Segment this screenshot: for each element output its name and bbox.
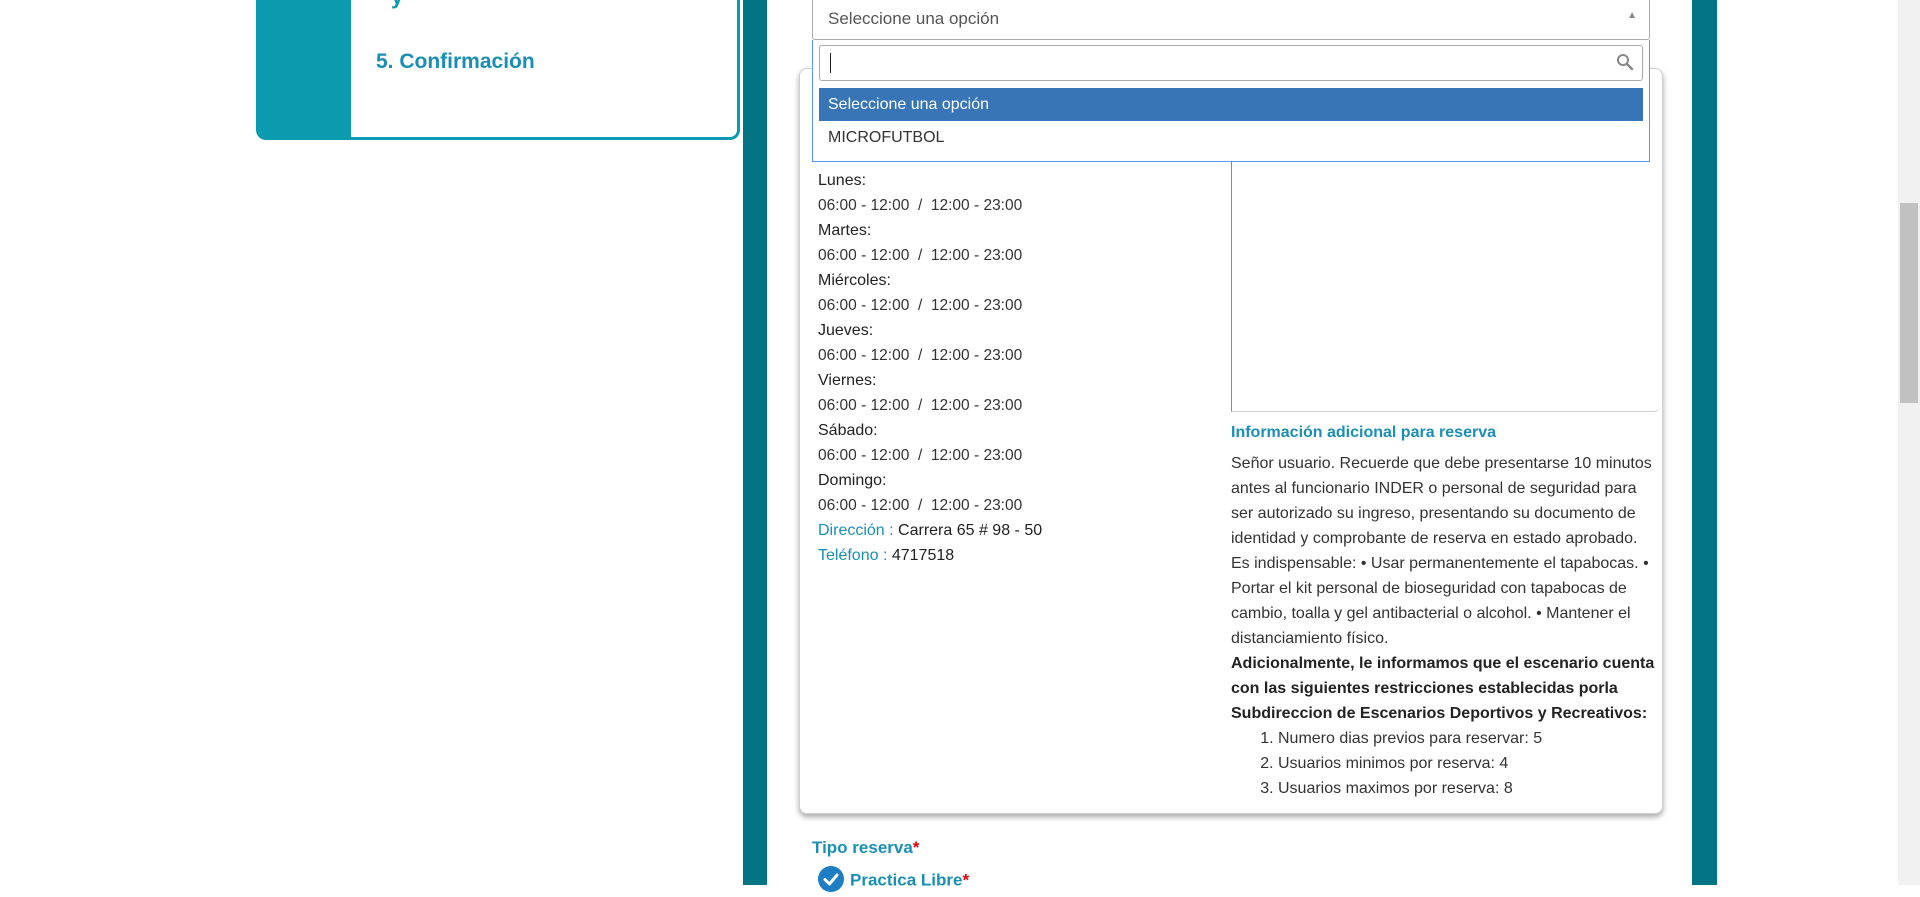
dropdown-search-input[interactable] (819, 45, 1643, 81)
activity-select-value: Seleccione una opción (828, 9, 1000, 28)
restrictions-list: Numero dias previos para reservar: 5 Usu… (1231, 726, 1659, 801)
additional-info: Información adicional para reserva Señor… (1231, 420, 1659, 801)
content-frame-left (743, 0, 767, 885)
schedule-hours: 06:00 - 12:00 / 12:00 - 23:00 (818, 397, 1023, 414)
map-area[interactable] (1231, 160, 1660, 412)
restriction-item: Numero dias previos para reservar: 5 (1278, 726, 1659, 751)
search-icon (1616, 53, 1634, 76)
required-mark: * (912, 838, 920, 857)
schedule-row: Lunes: 06:00 - 12:00 / 12:00 - 23:00 (818, 168, 1042, 218)
text-caret (830, 53, 831, 73)
schedule-row: Domingo: 06:00 - 12:00 / 12:00 - 23:00 (818, 468, 1042, 518)
schedule-hours: 06:00 - 12:00 / 12:00 - 23:00 (818, 197, 1023, 214)
schedule-day: Martes: (818, 222, 872, 239)
reservation-type-label: Tipo reserva* (812, 838, 919, 858)
required-mark: * (962, 870, 970, 890)
dropdown-option[interactable]: Seleccione una opción (819, 88, 1643, 121)
schedule-hours: 06:00 - 12:00 / 12:00 - 23:00 (818, 297, 1023, 314)
steps-stripe (259, 0, 351, 137)
schedule-day: Domingo: (818, 472, 887, 489)
dropdown-option[interactable]: MICROFUTBOL (819, 121, 1643, 154)
restriction-item: Usuarios minimos por reserva: 4 (1278, 751, 1659, 776)
phone-value: 4717518 (891, 547, 955, 564)
page-scrollbar[interactable] (1898, 0, 1920, 885)
chevron-up-icon: ▲ (1627, 10, 1637, 21)
reservation-type-text: Tipo reserva (812, 838, 913, 857)
phone-row: Teléfono : 4717518 (818, 543, 1042, 568)
schedule-day: Miércoles: (818, 272, 891, 289)
step-confirmacion[interactable]: 5. Confirmación (376, 50, 535, 74)
activity-dropdown: Seleccione una opción MICROFUTBOL (812, 40, 1650, 162)
schedule-list: Lunes: 06:00 - 12:00 / 12:00 - 23:00 Mar… (818, 168, 1042, 568)
practica-libre-option[interactable]: Practica Libre* (818, 866, 970, 894)
additional-info-title: Información adicional para reserva (1231, 424, 1496, 441)
schedule-row: Martes: 06:00 - 12:00 / 12:00 - 23:00 (818, 218, 1042, 268)
scrollbar-thumb[interactable] (1900, 203, 1918, 403)
schedule-hours: 06:00 - 12:00 / 12:00 - 23:00 (818, 447, 1023, 464)
schedule-row: Viernes: 06:00 - 12:00 / 12:00 - 23:00 (818, 368, 1042, 418)
schedule-row: Miércoles: 06:00 - 12:00 / 12:00 - 23:00 (818, 268, 1042, 318)
address-label: Dirección : (818, 522, 894, 539)
schedule-hours: 06:00 - 12:00 / 12:00 - 23:00 (818, 347, 1023, 364)
address-row: Dirección : Carrera 65 # 98 - 50 (818, 518, 1042, 543)
activity-select[interactable]: Seleccione una opción ▲ (812, 0, 1650, 40)
schedule-day: Viernes: (818, 372, 877, 389)
schedule-hours: 06:00 - 12:00 / 12:00 - 23:00 (818, 247, 1023, 264)
schedule-row: Sábado: 06:00 - 12:00 / 12:00 - 23:00 (818, 418, 1042, 468)
additional-info-body: Señor usuario. Recuerde que debe present… (1231, 455, 1652, 647)
restriction-item: Usuarios maximos por reserva: 8 (1278, 776, 1659, 801)
restrictions-intro: Adicionalmente, le informamos que el esc… (1231, 655, 1655, 722)
check-circle-icon[interactable] (818, 866, 844, 892)
address-value: Carrera 65 # 98 - 50 (898, 522, 1043, 539)
steps-panel: y 5. Confirmación (256, 0, 740, 140)
step-partial-label: y (391, 0, 403, 10)
schedule-day: Lunes: (818, 172, 867, 189)
practica-libre-label: Practica Libre (850, 870, 963, 890)
schedule-hours: 06:00 - 12:00 / 12:00 - 23:00 (818, 497, 1023, 514)
phone-label: Teléfono : (818, 547, 888, 564)
schedule-day: Sábado: (818, 422, 878, 439)
schedule-row: Jueves: 06:00 - 12:00 / 12:00 - 23:00 (818, 318, 1042, 368)
schedule-day: Jueves: (818, 322, 874, 339)
content-frame-right (1692, 0, 1717, 885)
